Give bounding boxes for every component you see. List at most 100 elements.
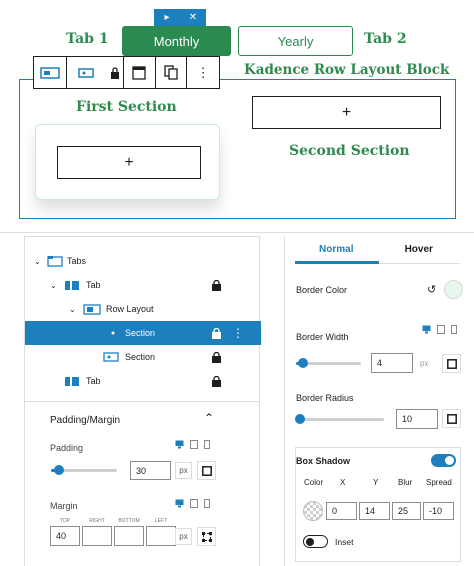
list-view-panel: ⌄ Tabs ⌄ Tab ⌄ Row Layout Section ⋮ Sect…	[24, 236, 261, 402]
border-radius-label: Border Radius	[296, 393, 354, 403]
section-icon	[103, 352, 119, 362]
margin-bottom-input[interactable]	[114, 526, 144, 546]
padding-input[interactable]: 30	[130, 461, 171, 480]
unlink-sides-icon	[201, 531, 212, 542]
border-width-label: Border Width	[296, 332, 349, 342]
block-mini-toolbar: ▸ ✕	[154, 9, 206, 26]
more-options-button[interactable]: ⋮	[187, 57, 219, 88]
link-sides-icon	[446, 413, 457, 424]
list-item-tab-2[interactable]: Tab	[25, 369, 261, 393]
margin-right: RIGHT	[82, 518, 112, 546]
block-toolbar: ⋮	[33, 56, 220, 89]
inset-label: Inset	[335, 537, 354, 547]
annotation-tab1: Tab 1	[66, 31, 109, 47]
block-align-icon	[132, 65, 147, 80]
state-tabs: Normal Hover	[295, 236, 460, 264]
desktop-icon[interactable]	[175, 440, 184, 449]
lock-button[interactable]	[106, 57, 125, 88]
tab-hover[interactable]: Hover	[378, 236, 461, 263]
box-shadow-toggle[interactable]	[431, 454, 456, 467]
tablet-icon[interactable]	[190, 499, 198, 508]
margin-top-input[interactable]: 40	[50, 526, 80, 546]
padding-label: Padding	[50, 443, 84, 453]
section-icon	[78, 67, 95, 78]
border-radius-slider-knob[interactable]	[295, 414, 305, 424]
shadow-x-input[interactable]: 0	[326, 502, 357, 520]
box-shadow-label: Box Shadow	[296, 456, 351, 466]
row-layout-block-button[interactable]	[34, 57, 67, 88]
chevron-up-icon[interactable]: ⌃	[204, 411, 214, 425]
device-switcher	[175, 499, 210, 508]
link-sides-icon	[201, 465, 212, 476]
lock-icon	[212, 351, 221, 363]
copy-icon	[164, 65, 178, 80]
margin-left-input[interactable]	[146, 526, 176, 546]
add-block-button-second[interactable]: +	[252, 96, 441, 129]
add-block-button-first[interactable]: +	[57, 146, 201, 179]
link-sides-icon	[446, 358, 457, 369]
row-layout-icon	[40, 66, 60, 79]
tab-icon	[65, 377, 79, 386]
tab-monthly[interactable]: Monthly	[122, 26, 231, 56]
divider	[0, 232, 474, 233]
tab-normal[interactable]: Normal	[295, 236, 378, 263]
annotation-second-section: Second Section	[289, 143, 410, 159]
tabs-icon	[47, 256, 63, 267]
list-item-tab-1[interactable]: ⌄ Tab	[25, 273, 261, 297]
shadow-color-swatch[interactable]	[303, 501, 323, 521]
inset-toggle[interactable]	[303, 535, 328, 548]
padding-unit-button[interactable]: px	[175, 462, 192, 479]
desktop-icon[interactable]	[422, 325, 431, 334]
mobile-icon[interactable]	[204, 440, 210, 449]
border-width-slider-knob[interactable]	[298, 358, 308, 368]
tab-yearly[interactable]: Yearly	[238, 26, 353, 56]
device-switcher	[422, 325, 457, 334]
reset-icon[interactable]: ↺	[427, 283, 436, 296]
plus-icon: +	[124, 153, 134, 171]
margin-unit-button[interactable]: px	[175, 528, 192, 545]
chevron-down-icon[interactable]: ⌄	[50, 281, 57, 290]
margin-right-input[interactable]	[82, 526, 112, 546]
tablet-icon[interactable]	[437, 325, 445, 334]
padding-link-button[interactable]	[197, 461, 216, 480]
move-arrow-icon[interactable]: ▸	[154, 9, 180, 26]
shadow-spread-input[interactable]: -10	[423, 502, 454, 520]
list-item-row-layout[interactable]: ⌄ Row Layout	[25, 297, 261, 321]
list-item-section[interactable]: Section	[25, 345, 261, 369]
section-icon	[111, 331, 115, 335]
shadow-blur-input[interactable]: 25	[392, 502, 421, 520]
border-radius-link-button[interactable]	[442, 409, 461, 428]
mobile-icon[interactable]	[451, 325, 457, 334]
border-width-unit[interactable]: px	[420, 359, 428, 368]
margin-link-button[interactable]	[197, 527, 216, 546]
margin-left: LEFT	[146, 518, 176, 546]
chevron-down-icon[interactable]: ⌄	[34, 257, 41, 266]
vertical-dots-icon: ⋮	[196, 64, 210, 80]
align-button[interactable]	[124, 57, 156, 88]
section-select-button[interactable]	[67, 57, 107, 88]
copy-styles-button[interactable]	[156, 57, 188, 88]
annotation-tab2: Tab 2	[364, 31, 407, 47]
border-width-link-button[interactable]	[442, 354, 461, 373]
padding-margin-title: Padding/Margin	[50, 415, 121, 426]
margin-label: Margin	[50, 501, 78, 511]
tab-icon	[65, 281, 79, 290]
border-width-input[interactable]: 4	[371, 353, 413, 373]
vertical-dots-icon[interactable]: ⋮	[232, 326, 244, 340]
mobile-icon[interactable]	[204, 499, 210, 508]
tablet-icon[interactable]	[190, 440, 198, 449]
list-item-section-selected[interactable]: Section ⋮	[25, 321, 261, 345]
desktop-icon[interactable]	[175, 499, 184, 508]
margin-sides: TOP 40 RIGHT BOTTOM LEFT	[50, 518, 176, 546]
lock-icon	[212, 327, 221, 339]
padding-slider-knob[interactable]	[54, 465, 64, 475]
annotation-first-section: First Section	[76, 99, 177, 115]
border-radius-input[interactable]: 10	[396, 409, 438, 429]
list-item-tabs[interactable]: ⌄ Tabs	[25, 249, 261, 273]
lock-icon	[212, 279, 221, 291]
shadow-y-input[interactable]: 14	[359, 502, 390, 520]
close-icon[interactable]: ✕	[180, 9, 206, 26]
border-color-swatch[interactable]	[444, 280, 463, 299]
chevron-down-icon[interactable]: ⌄	[69, 305, 76, 314]
border-radius-slider-track[interactable]	[296, 418, 384, 421]
